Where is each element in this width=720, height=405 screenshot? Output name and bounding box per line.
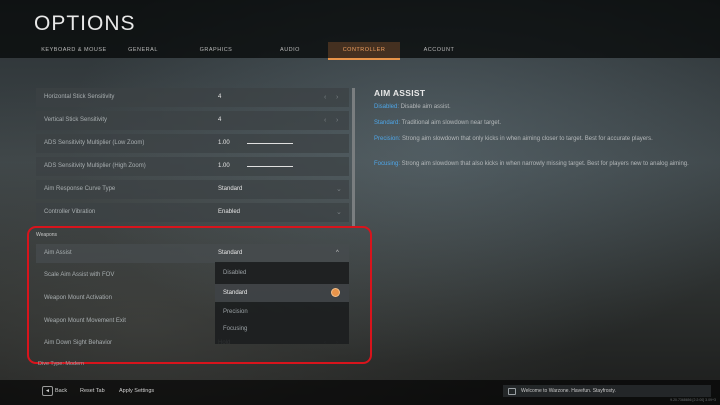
info-key: Focusing: xyxy=(374,161,401,167)
info-item-focusing: Focusing: Strong aim slowdown that also … xyxy=(374,160,694,169)
top-bar: OPTIONS KEYBOARD & MOUSE GENERAL GRAPHIC… xyxy=(0,0,720,60)
page-title: OPTIONS xyxy=(34,12,136,35)
chevron-down-icon[interactable]: ⌄ xyxy=(336,180,342,199)
reset-tab-label: Reset Tab xyxy=(80,388,105,394)
tab-general[interactable]: GENERAL xyxy=(118,42,168,58)
tab-bar: KEYBOARD & MOUSE GENERAL GRAPHICS AUDIO … xyxy=(0,42,720,60)
setting-row-aim-response-curve[interactable]: Aim Response Curve Type Standard ⌄ xyxy=(36,180,349,199)
scrollbar[interactable] xyxy=(352,88,355,228)
highlight-frame xyxy=(27,226,372,364)
chat-icon xyxy=(508,388,516,395)
ads-low-zoom-slider[interactable] xyxy=(247,143,293,144)
info-title: AIM ASSIST xyxy=(374,88,426,98)
apply-settings-label: Apply Settings xyxy=(119,388,155,394)
setting-label: Controller Vibration xyxy=(44,209,96,215)
setting-label: Horizontal Stick Sensitivity xyxy=(44,94,115,100)
chevron-right-icon[interactable]: › xyxy=(336,111,338,130)
chevron-right-icon[interactable]: › xyxy=(336,88,338,107)
back-button[interactable]: ◄ Back xyxy=(42,386,67,397)
chat-box[interactable]: Welcome to Warzone. Havefun. Stayfrosty. xyxy=(503,385,711,397)
chevron-left-icon[interactable]: ‹ xyxy=(324,88,326,107)
info-key: Standard: xyxy=(374,120,401,126)
info-text: Strong aim slowdown that only kicks in w… xyxy=(400,136,653,142)
tab-audio[interactable]: AUDIO xyxy=(268,42,312,58)
setting-row-ads-high-zoom[interactable]: ADS Sensitivity Multiplier (High Zoom) 1… xyxy=(36,157,349,176)
setting-value: Standard xyxy=(218,186,243,192)
back-label: Back xyxy=(54,388,68,394)
setting-value: 1.00 xyxy=(218,140,230,146)
setting-value: 4 xyxy=(218,94,222,100)
back-key-icon: ◄ xyxy=(42,386,53,396)
setting-row-horizontal-sensitivity[interactable]: Horizontal Stick Sensitivity 4 ‹ › xyxy=(36,88,349,107)
info-text: Strong aim slowdown that also kicks in w… xyxy=(400,161,689,167)
info-key: Disabled: xyxy=(374,104,400,110)
setting-value: 1.00 xyxy=(218,163,230,169)
info-key: Precision: xyxy=(374,136,401,142)
info-item-standard: Standard: Traditional aim slowdown near … xyxy=(374,119,694,128)
setting-row-ads-low-zoom[interactable]: ADS Sensitivity Multiplier (Low Zoom) 1.… xyxy=(36,134,349,153)
tab-keyboard-mouse[interactable]: KEYBOARD & MOUSE xyxy=(30,42,118,58)
setting-label: Aim Response Curve Type xyxy=(44,186,116,192)
setting-label: ADS Sensitivity Multiplier (High Zoom) xyxy=(44,163,146,169)
build-version: 9.20.7368656 [2:2:00] 3.09+3 xyxy=(670,398,716,402)
chevron-down-icon[interactable]: ⌄ xyxy=(336,203,342,222)
reset-tab-button[interactable]: Reset Tab xyxy=(80,386,105,397)
setting-row-controller-vibration[interactable]: Controller Vibration Enabled ⌄ xyxy=(36,203,349,222)
tab-account[interactable]: ACCOUNT xyxy=(416,42,462,58)
chat-message: Welcome to Warzone. Havefun. Stayfrosty. xyxy=(521,388,616,394)
setting-value: 4 xyxy=(218,117,222,123)
apply-settings-button[interactable]: Apply Settings xyxy=(119,386,154,397)
info-item-precision: Precision: Strong aim slowdown that only… xyxy=(374,135,694,144)
chevron-left-icon[interactable]: ‹ xyxy=(324,111,326,130)
tab-graphics[interactable]: GRAPHICS xyxy=(190,42,242,58)
info-text: Traditional aim slowdown near target. xyxy=(400,120,502,126)
setting-row-dive-type-partial: Dive Type: Modern xyxy=(38,361,85,367)
setting-value: Enabled xyxy=(218,209,241,215)
info-item-disabled: Disabled: Disable aim assist. xyxy=(374,103,694,112)
setting-label: Vertical Stick Sensitivity xyxy=(44,117,108,123)
setting-label: ADS Sensitivity Multiplier (Low Zoom) xyxy=(44,140,145,146)
info-text: Disable aim assist. xyxy=(399,104,451,110)
ads-high-zoom-slider[interactable] xyxy=(247,166,293,167)
setting-row-vertical-sensitivity[interactable]: Vertical Stick Sensitivity 4 ‹ › xyxy=(36,111,349,130)
tab-controller[interactable]: CONTROLLER xyxy=(328,42,400,60)
